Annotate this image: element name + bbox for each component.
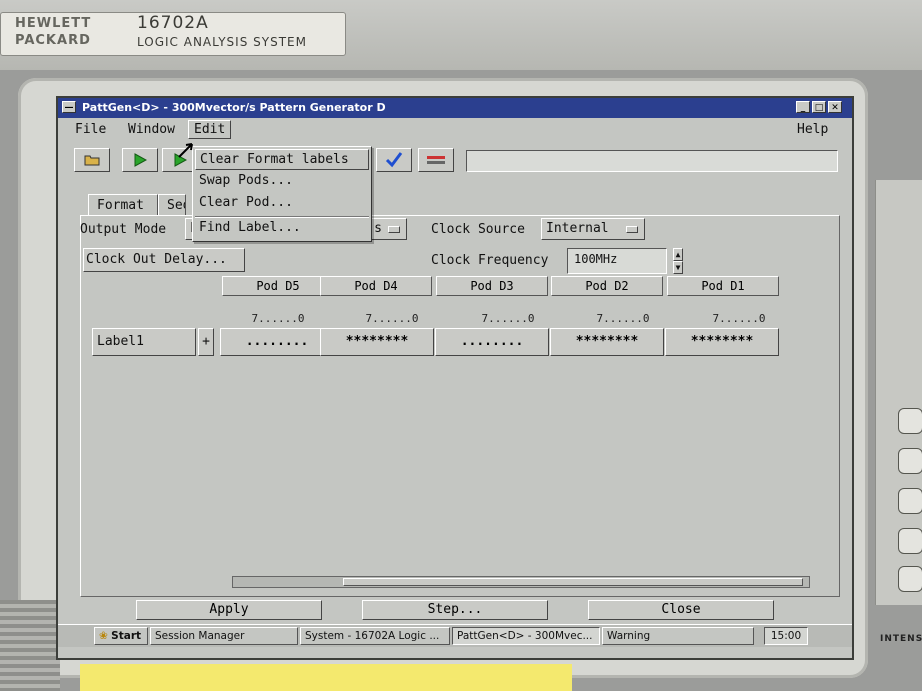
- toolbar-entry-field[interactable]: [466, 150, 838, 172]
- tools-icon[interactable]: [418, 148, 454, 172]
- pod-header-d5: Pod D5: [222, 276, 334, 296]
- taskbar-clock: 15:00: [764, 627, 808, 645]
- speaker-grille: [0, 600, 60, 691]
- clock-source-label: Clock Source: [431, 222, 525, 237]
- bit-range: 7......0: [596, 312, 650, 325]
- tab-format[interactable]: Format: [88, 194, 158, 216]
- bit-range: 7......0: [712, 312, 766, 325]
- frequency-down-icon[interactable]: ▼: [673, 261, 683, 274]
- model-subtitle: LOGIC ANALYSIS SYSTEM: [137, 35, 307, 49]
- tab-sequence[interactable]: Seq: [158, 194, 186, 216]
- menu-help[interactable]: Help: [794, 122, 831, 137]
- bit-range: 7......0: [251, 312, 305, 325]
- intensity-label: INTENS: [880, 634, 922, 644]
- close-window-button[interactable]: ✕: [828, 101, 842, 113]
- clock-out-delay-button[interactable]: Clock Out Delay...: [83, 248, 245, 272]
- pod-d1-bits[interactable]: ********: [665, 328, 779, 356]
- menu-file[interactable]: File: [72, 122, 109, 137]
- taskbar-session-manager[interactable]: Session Manager: [150, 627, 298, 645]
- hp-logo: Hewlett Packard: [15, 16, 92, 48]
- taskbar-system[interactable]: System - 16702A Logic ...: [300, 627, 450, 645]
- pod-d3-bits[interactable]: ........: [435, 328, 549, 356]
- start-icon: ❀: [99, 630, 108, 642]
- pod-d5-bits[interactable]: ........: [220, 328, 334, 356]
- window-title: PattGen<D> - 300Mvector/s Pattern Genera…: [82, 101, 386, 114]
- model-number: 16702A: [137, 13, 209, 33]
- clock-frequency-label: Clock Frequency: [431, 253, 549, 268]
- step-button[interactable]: Step...: [362, 600, 548, 620]
- bit-range: 7......0: [365, 312, 419, 325]
- format-panel: Output Mode F s Clock Source Internal Cl…: [80, 215, 840, 597]
- checkmark-icon[interactable]: [376, 148, 412, 172]
- menu-edit[interactable]: Edit: [188, 120, 232, 139]
- run-icon[interactable]: [122, 148, 158, 172]
- mouse-pointer-icon: [178, 143, 193, 158]
- open-folder-icon[interactable]: [74, 148, 110, 172]
- start-button[interactable]: ❀ Start: [94, 627, 148, 645]
- front-key[interactable]: [898, 488, 922, 514]
- front-key[interactable]: [898, 448, 922, 474]
- taskbar-pattgen[interactable]: PattGen<D> - 300Mvec...: [452, 627, 600, 645]
- taskbar-warning[interactable]: Warning: [602, 627, 754, 645]
- bit-range: 7......0: [481, 312, 535, 325]
- front-panel-keys: [875, 180, 922, 605]
- menu-item-clear-format-labels[interactable]: Clear Format labels: [195, 149, 369, 170]
- front-key[interactable]: [898, 528, 922, 554]
- application-window: — PattGen<D> - 300Mvector/s Pattern Gene…: [56, 96, 854, 660]
- maximize-button[interactable]: □: [812, 101, 826, 113]
- front-key[interactable]: [898, 566, 922, 592]
- menu-bar: File Window Edit Help: [58, 118, 852, 142]
- pod-header-d1: Pod D1: [667, 276, 779, 296]
- title-bar[interactable]: — PattGen<D> - 300Mvector/s Pattern Gene…: [58, 98, 852, 118]
- label-name-button[interactable]: Label1: [92, 328, 196, 356]
- pod-d2-bits[interactable]: ********: [550, 328, 664, 356]
- clock-source-select[interactable]: Internal: [541, 218, 645, 240]
- menu-item-clear-pod[interactable]: Clear Pod...: [195, 193, 369, 214]
- clock-frequency-input[interactable]: 100MHz: [567, 248, 667, 274]
- pod-header-d3: Pod D3: [436, 276, 548, 296]
- option-menu-indicator-icon: [388, 226, 400, 233]
- frequency-up-icon[interactable]: ▲: [673, 248, 683, 261]
- menu-item-find-label[interactable]: Find Label...: [195, 218, 369, 239]
- menu-item-swap-pods[interactable]: Swap Pods...: [195, 171, 369, 192]
- scrollbar-thumb[interactable]: [343, 578, 803, 586]
- edit-dropdown-menu: Clear Format labels Swap Pods... Clear P…: [192, 146, 372, 242]
- horizontal-scrollbar[interactable]: [232, 576, 810, 588]
- apply-button[interactable]: Apply: [136, 600, 322, 620]
- minimize-button[interactable]: _: [796, 101, 810, 113]
- taskbar: ❀ Start Session Manager System - 16702A …: [58, 624, 852, 647]
- brand-plate: Hewlett Packard 16702A LOGIC ANALYSIS SY…: [0, 12, 346, 56]
- close-button[interactable]: Close: [588, 600, 774, 620]
- pod-header-d4: Pod D4: [320, 276, 432, 296]
- pod-header-d2: Pod D2: [551, 276, 663, 296]
- pod-d4-bits[interactable]: ********: [320, 328, 434, 356]
- add-label-button[interactable]: +: [198, 328, 214, 356]
- window-menu-button[interactable]: —: [62, 101, 76, 113]
- output-mode-label: Output Mode: [80, 222, 167, 237]
- front-key[interactable]: [898, 408, 922, 434]
- option-menu-indicator-icon: [626, 226, 638, 233]
- menu-window[interactable]: Window: [125, 122, 178, 137]
- sticky-note: [80, 664, 572, 691]
